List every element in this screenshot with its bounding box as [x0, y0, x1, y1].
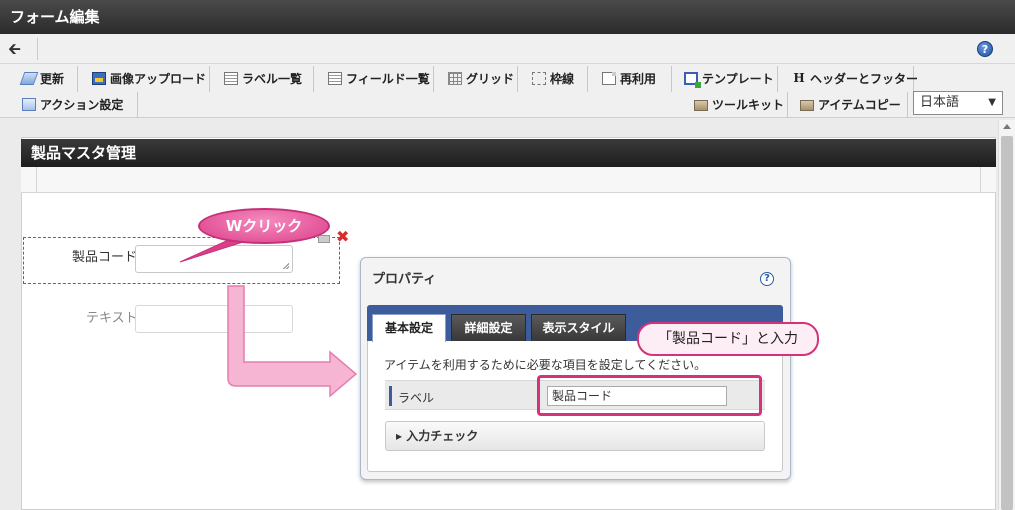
input-highlight [537, 375, 762, 416]
input-hint-callout: 「製品コード」と入力 [637, 322, 819, 356]
dialog-help-icon[interactable]: ? [760, 272, 774, 286]
properties-description: アイテムを利用するために必要な項目を設定してください。 [384, 358, 707, 372]
chevron-right-icon: ▸ [396, 429, 403, 443]
double-click-callout: Wクリック [198, 208, 330, 244]
properties-title: プロパティ [372, 272, 437, 287]
input-check-label: 入力チェック [406, 429, 479, 443]
row-accent-bar [389, 386, 392, 406]
tab-display-style[interactable]: 表示スタイル [531, 314, 626, 341]
input-check-accordion[interactable]: ▸ 入力チェック [385, 421, 765, 451]
tab-detail-settings[interactable]: 詳細設定 [451, 314, 526, 341]
label-property-label: ラベル [398, 391, 435, 405]
tab-basic-settings[interactable]: 基本設定 [372, 314, 446, 342]
arrow-shape [227, 285, 358, 398]
